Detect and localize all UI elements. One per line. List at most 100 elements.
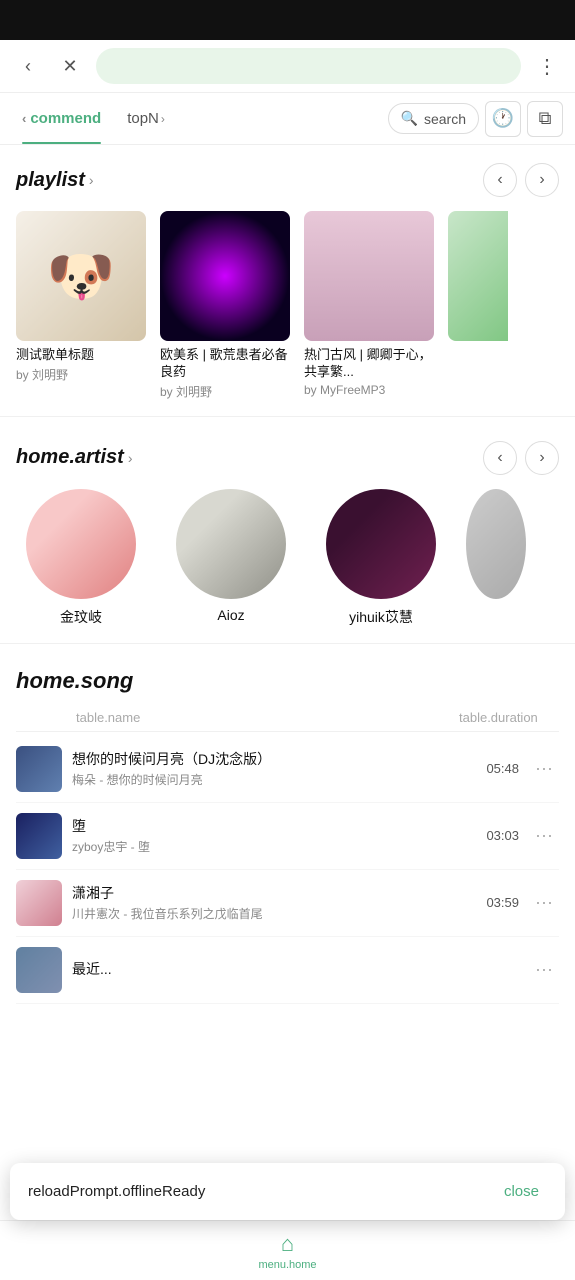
tab-commend[interactable]: ‹ commend <box>12 93 111 144</box>
playlist-thumb-0: 🐶 <box>16 211 146 341</box>
tab-topn-label: topN <box>127 110 159 127</box>
playlist-prev-button[interactable]: ‹ <box>483 163 517 197</box>
close-tab-button[interactable]: ✕ <box>54 50 86 82</box>
song-thumb-3 <box>16 947 62 993</box>
search-button[interactable]: 🔍 search <box>388 103 479 134</box>
display-icon-button[interactable]: ⧉ <box>527 101 563 137</box>
browser-chrome: ‹ ✕ ⋮ <box>0 40 575 93</box>
song-artist-2: 川井憲次 - 我位音乐系列之戊临首尾 <box>72 905 459 922</box>
url-bar[interactable] <box>96 48 521 84</box>
artist-card-partial <box>466 489 526 599</box>
playlist-title-1: 欧美系 | 歌荒患者必备良药 <box>160 347 290 381</box>
song-thumb-0 <box>16 746 62 792</box>
artist-chevron: › <box>128 450 133 466</box>
song-row-3[interactable]: 最近... ··· <box>16 937 559 1004</box>
song-duration-2: 03:59 <box>469 895 519 910</box>
artist-avatar-1 <box>176 489 286 599</box>
playlist-row: 🐶 测试歌单标题 by 刘明野 欧美系 | 歌荒患者必备良药 by 刘明野 热门… <box>16 211 559 400</box>
song-duration-1: 03:03 <box>469 828 519 843</box>
playlist-chevron: › <box>89 172 94 188</box>
offline-toast: reloadPrompt.offlineReady close <box>10 1163 565 1220</box>
col-duration-header: table.duration <box>459 710 529 725</box>
playlist-next-button[interactable]: › <box>525 163 559 197</box>
playlist-header: playlist › ‹ › <box>16 163 559 197</box>
playlist-card-1[interactable]: 欧美系 | 歌荒患者必备良药 by 刘明野 <box>160 211 290 400</box>
artist-nav-arrows: ‹ › <box>483 441 559 475</box>
song-thumb-1 <box>16 813 62 859</box>
song-thumb-2 <box>16 880 62 926</box>
tab-commend-label: commend <box>30 110 101 127</box>
song-title-1: 堕 <box>72 816 459 836</box>
bottom-nav-home[interactable]: ⌂ menu.home <box>238 1231 336 1271</box>
playlist-title-text: playlist <box>16 169 85 192</box>
song-duration-0: 05:48 <box>469 761 519 776</box>
more-options-button[interactable]: ⋮ <box>531 50 563 82</box>
search-icon: 🔍 <box>401 110 418 127</box>
artist-card-0[interactable]: 金玟岐 <box>16 489 146 627</box>
divider-2 <box>0 643 575 644</box>
song-more-0[interactable]: ··· <box>529 758 559 779</box>
song-more-2[interactable]: ··· <box>529 892 559 913</box>
song-info-2: 潇湘子 川井憲次 - 我位音乐系列之戊临首尾 <box>72 883 459 922</box>
song-artist-0: 梅朵 - 想你的时候问月亮 <box>72 771 459 788</box>
song-more-3[interactable]: ··· <box>529 959 559 980</box>
back-button[interactable]: ‹ <box>12 50 44 82</box>
song-more-1[interactable]: ··· <box>529 825 559 846</box>
playlist-by-2: by MyFreeMP3 <box>304 383 434 397</box>
song-row-2[interactable]: 潇湘子 川井憲次 - 我位音乐系列之戊临首尾 03:59 ··· <box>16 870 559 937</box>
col-name-header: table.name <box>66 710 459 725</box>
playlist-title-0: 测试歌单标题 <box>16 347 146 364</box>
artist-avatar-0 <box>26 489 136 599</box>
song-info-0: 想你的时候问月亮（DJ沈念版） 梅朵 - 想你的时候问月亮 <box>72 749 459 788</box>
song-table-header: table.name table.duration <box>16 704 559 732</box>
bottom-nav: ⌂ menu.home <box>0 1220 575 1280</box>
playlist-title[interactable]: playlist › <box>16 169 94 192</box>
artist-name-1: Aioz <box>217 607 244 623</box>
song-title-0: 想你的时候问月亮（DJ沈念版） <box>72 749 459 769</box>
artist-row: 金玟岐 Aioz yihuik苡慧 <box>16 489 559 627</box>
col-more-header <box>529 710 559 725</box>
playlist-nav-arrows: ‹ › <box>483 163 559 197</box>
playlist-card-0[interactable]: 🐶 测试歌单标题 by 刘明野 <box>16 211 146 400</box>
song-row-1[interactable]: 堕 zyboy忠宇 - 堕 03:03 ··· <box>16 803 559 870</box>
artist-name-2: yihuik苡慧 <box>349 607 413 627</box>
history-icon-button[interactable]: 🕐 <box>485 101 521 137</box>
playlist-thumb-1 <box>160 211 290 341</box>
status-bar <box>0 0 575 40</box>
tab-topn[interactable]: topN › <box>117 93 175 144</box>
toast-message: reloadPrompt.offlineReady <box>28 1183 486 1200</box>
tab-commend-chevron-left: ‹ <box>22 111 26 126</box>
search-label: search <box>424 111 466 127</box>
toast-close-button[interactable]: close <box>496 1179 547 1204</box>
song-section: home.song table.name table.duration 想你的时… <box>0 650 575 1014</box>
playlist-section: playlist › ‹ › 🐶 测试歌单标题 by 刘明野 欧美系 | 歌荒患… <box>0 145 575 410</box>
song-title-2: 潇湘子 <box>72 883 459 903</box>
home-icon: ⌂ <box>281 1231 294 1257</box>
artist-title-text: home.artist <box>16 446 124 469</box>
display-icon: ⧉ <box>539 108 552 129</box>
artist-header: home.artist › ‹ › <box>16 441 559 475</box>
artist-prev-button[interactable]: ‹ <box>483 441 517 475</box>
playlist-title-2: 热门古风 | 卿卿于心，共享繁... <box>304 347 434 381</box>
tab-topn-chevron: › <box>161 112 165 126</box>
artist-card-1[interactable]: Aioz <box>166 489 296 627</box>
nav-tabs: ‹ commend topN › 🔍 search 🕐 ⧉ <box>0 93 575 145</box>
artist-next-button[interactable]: › <box>525 441 559 475</box>
playlist-card-partial <box>448 211 508 341</box>
home-label: menu.home <box>258 1259 316 1271</box>
artist-title[interactable]: home.artist › <box>16 446 132 469</box>
playlist-thumb-2 <box>304 211 434 341</box>
divider-1 <box>0 416 575 417</box>
artist-card-2[interactable]: yihuik苡慧 <box>316 489 446 627</box>
artist-section: home.artist › ‹ › 金玟岐 Aioz yihuik苡慧 <box>0 423 575 637</box>
col-thumb-header <box>16 710 66 725</box>
artist-name-0: 金玟岐 <box>60 607 102 627</box>
song-info-3: 最近... <box>72 959 459 981</box>
song-row-0[interactable]: 想你的时候问月亮（DJ沈念版） 梅朵 - 想你的时候问月亮 05:48 ··· <box>16 736 559 803</box>
playlist-card-2[interactable]: 热门古风 | 卿卿于心，共享繁... by MyFreeMP3 <box>304 211 434 400</box>
song-title-3: 最近... <box>72 959 459 979</box>
history-icon: 🕐 <box>492 108 514 129</box>
song-section-title: home.song <box>16 668 559 694</box>
song-info-1: 堕 zyboy忠宇 - 堕 <box>72 816 459 855</box>
playlist-by-1: by 刘明野 <box>160 383 290 400</box>
